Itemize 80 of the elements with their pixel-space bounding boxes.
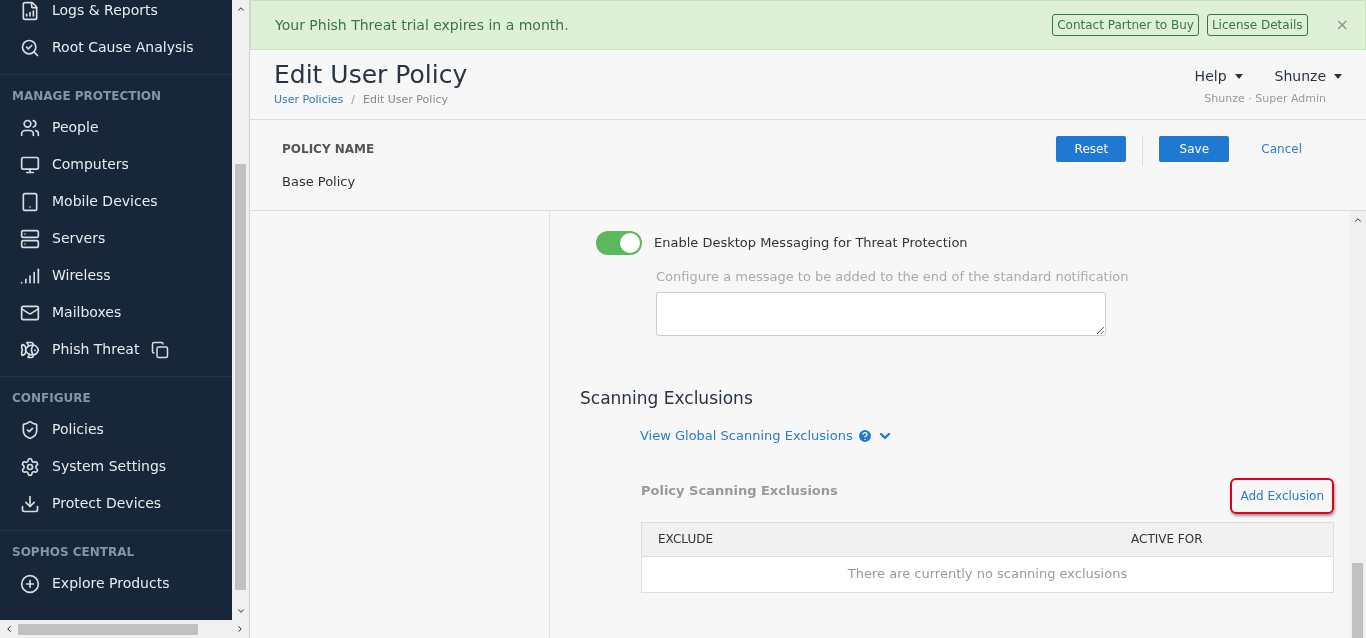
content-scrollbar[interactable] — [1349, 211, 1366, 638]
magnifier-icon — [20, 37, 40, 58]
sidebar-item[interactable]: System Settings — [0, 448, 232, 485]
vertical-scrollbar[interactable] — [232, 0, 249, 620]
scroll-up-icon[interactable] — [1352, 215, 1363, 225]
help-icon[interactable] — [856, 427, 873, 444]
report-icon — [20, 0, 40, 21]
download-icon — [20, 493, 40, 514]
sidebar-item[interactable]: Explore Products — [0, 565, 232, 602]
scroll-down-icon[interactable] — [235, 606, 246, 616]
breadcrumb-separator: / — [350, 92, 356, 108]
people-icon — [20, 117, 40, 138]
scroll-left-icon[interactable] — [4, 624, 14, 634]
sidebar-item[interactable]: Wireless — [0, 257, 232, 294]
message-input[interactable] — [656, 291, 1106, 336]
sidebar-item[interactable]: Phish Threat — [0, 331, 232, 368]
sidebar-item[interactable]: Root Cause Analysis — [0, 29, 232, 66]
horizontal-scrollbar[interactable] — [0, 620, 249, 638]
tablet-icon — [20, 191, 40, 212]
sidebar-heading: CONFIGURE — [11, 390, 92, 407]
scroll-thumb[interactable] — [235, 164, 246, 590]
server-icon — [20, 228, 40, 249]
sidebar-item[interactable]: Logs & Reports — [0, 0, 232, 29]
breadcrumb-link[interactable]: User Policies — [274, 92, 344, 109]
field-label: POLICY NAME — [282, 141, 376, 158]
fish-icon — [20, 339, 40, 360]
sidebar-item-label: Root Cause Analysis — [52, 38, 194, 57]
sidebar-item-label: Servers — [52, 229, 106, 248]
column-header: ACTIVE FOR — [1131, 531, 1203, 548]
settings-icon — [20, 456, 40, 477]
caret-icon — [1234, 74, 1243, 79]
sidebar-item[interactable]: Mailboxes — [0, 294, 232, 331]
sidebar-item[interactable]: Computers — [0, 146, 232, 183]
sidebar-item[interactable]: Policies — [0, 411, 232, 448]
action-button[interactable]: Save — [1159, 136, 1230, 162]
breadcrumb-current: Edit User Policy — [363, 92, 448, 108]
sidebar-item[interactable]: People — [0, 109, 232, 146]
sidebar-heading: MANAGE PROTECTION — [11, 88, 163, 105]
plus-circle-icon — [20, 573, 40, 594]
sidebar-heading: SOPHOS CENTRAL — [11, 544, 136, 561]
scroll-thumb[interactable] — [18, 623, 198, 635]
sidebar-item-label: System Settings — [52, 457, 167, 476]
shield-icon — [20, 419, 40, 440]
sidebar-item-label: Logs & Reports — [52, 1, 158, 20]
column-header: EXCLUDE — [658, 531, 714, 548]
sidebar-item-label: Explore Products — [52, 574, 170, 593]
header-menu[interactable]: Help — [1194, 66, 1243, 87]
sidebar-item-label: Policies — [52, 420, 104, 439]
banner-button[interactable]: License Details — [1206, 14, 1308, 36]
toggle-label: Enable Desktop Messaging for Threat Protection — [654, 234, 968, 253]
field-label: Configure a message to be added to the end of the standard notification — [656, 268, 1130, 286]
sidebar-item[interactable]: Protect Devices — [0, 485, 232, 522]
user-role: Shunze · Super Admin — [1204, 91, 1326, 107]
scroll-right-icon[interactable] — [235, 624, 245, 634]
empty-message: There are currently no scanning exclusions — [847, 565, 1128, 584]
sidebar-item-label: People — [52, 118, 99, 137]
section-title: Scanning Exclusions — [580, 386, 754, 410]
page-title: Edit User Policy — [274, 59, 469, 91]
monitor-icon — [20, 154, 40, 175]
sidebar-item-label: Phish Threat — [52, 340, 140, 359]
caret-icon — [1334, 74, 1342, 79]
sidebar-item-label: Mobile Devices — [52, 192, 158, 211]
cancel-link[interactable]: Cancel — [1245, 136, 1318, 162]
sidebar-item-label: Computers — [52, 155, 129, 174]
scroll-thumb[interactable] — [1352, 563, 1363, 638]
add-exclusion-link[interactable]: Add Exclusion — [1230, 477, 1334, 514]
toggle-switch[interactable] — [596, 231, 642, 255]
sidebar-item[interactable]: Mobile Devices — [0, 183, 232, 220]
sidebar-item-label: Protect Devices — [52, 494, 162, 513]
policy-name: Base Policy — [282, 173, 357, 191]
global-exclusions-link[interactable]: View Global Scanning Exclusions — [640, 426, 853, 446]
banner-message: Your Phish Threat trial expires in a month. — [275, 15, 570, 35]
banner-button[interactable]: Contact Partner to Buy — [1052, 14, 1199, 36]
subsection-title: Policy Scanning Exclusions — [641, 481, 839, 500]
scroll-up-icon[interactable] — [235, 4, 246, 14]
sidebar-item-label: Mailboxes — [52, 303, 122, 322]
action-button[interactable]: Reset — [1056, 136, 1127, 162]
sidebar-item-label: Wireless — [52, 266, 111, 285]
sidebar-item[interactable]: Servers — [0, 220, 232, 257]
header-menu[interactable]: Shunze — [1274, 66, 1342, 87]
